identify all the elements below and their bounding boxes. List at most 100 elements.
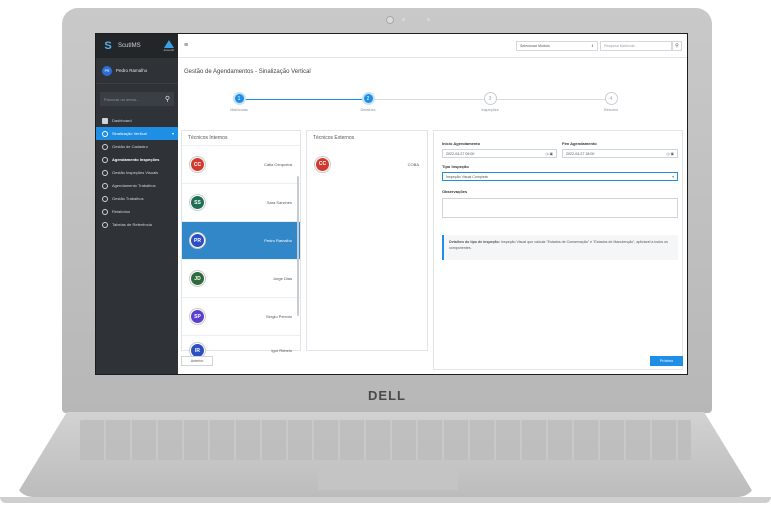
sidebar-item-label: Gestão Trabalhos	[112, 196, 144, 201]
technician-name: Sérgio Peixoto	[265, 314, 292, 319]
inspection-type-select[interactable]: Inspeção Visual Completa ▾	[442, 172, 678, 181]
step-label: Inspeções	[481, 108, 499, 112]
menu-search-placeholder: Procurar no menu...	[104, 96, 140, 102]
app-name: ScutIMS	[118, 43, 141, 49]
sidebar-item-gestao-trabalhos[interactable]: Gestão Trabalhos	[96, 192, 178, 205]
location-icon	[102, 130, 108, 137]
chevron-down-icon: ▾	[672, 174, 674, 179]
list-item[interactable]: CC Cátia Cerqueira	[182, 145, 300, 183]
sidebar-item-label: Agendamento Inspeções	[112, 157, 160, 162]
sidebar-item-gestao-cadastro[interactable]: Gestão de Cadastro	[96, 140, 178, 153]
search-icon: ⚲	[675, 43, 679, 49]
step-number: 4	[604, 92, 618, 105]
sensor-dot	[402, 18, 405, 21]
sidebar-item-label: Gestão de Cadastro	[112, 144, 148, 149]
wizard-stepper: 1 Matrículas 2 Detalhes 3 Inspeções 4 Re…	[178, 86, 687, 126]
chevron-down-icon: ▾	[171, 131, 174, 136]
step-detalhes[interactable]: 2 Detalhes	[338, 92, 398, 112]
avatar: SS	[190, 195, 205, 210]
step-number: 3	[483, 92, 497, 105]
list-item[interactable]: SP Sérgio Peixoto	[182, 297, 300, 335]
observations-label: Observações	[442, 189, 468, 194]
technician-name: Sara Sanches	[266, 200, 292, 205]
step-label: Detalhes	[360, 108, 376, 112]
list-item[interactable]: JD Jorge Dias	[182, 259, 300, 297]
circle-icon	[102, 182, 108, 189]
plate-search-placeholder: Pesquisa Matrícula	[604, 44, 635, 48]
avatar: CC	[190, 157, 205, 172]
step-matriculas[interactable]: 1 Matrículas	[209, 92, 269, 112]
technician-name: Pedro Ramalho	[264, 238, 292, 243]
webcam-icon	[386, 16, 394, 24]
sidebar-item-label: Sinalização Vertical	[112, 131, 147, 136]
sidebar-item-tabelas-referencia[interactable]: Tabelas de Referência	[96, 218, 178, 231]
end-datetime-value: 2022-04-27 18:00	[566, 151, 595, 156]
circle-icon	[102, 208, 108, 215]
circle-icon	[102, 156, 108, 163]
technician-name: Igor Rebelo	[271, 348, 292, 353]
module-select[interactable]: Selecionar Módulo ⇕	[516, 41, 598, 51]
sidebar-item-label: Gestão Inspeções Visuais	[112, 170, 159, 175]
avatar: CC	[315, 156, 330, 172]
step-label: Matrículas	[230, 108, 248, 112]
end-datetime-input[interactable]: 2022-04-27 18:00 ◷ ▣	[562, 149, 678, 158]
company-logo: ascendi	[164, 40, 174, 52]
inspection-type-details-note: Detalhes do tipo de inspeção: Inspeção V…	[442, 235, 678, 260]
note-heading: Detalhes do tipo de inspeção:	[449, 240, 500, 244]
list-item[interactable]: CC COBA	[307, 145, 427, 183]
sidebar-item-dashboard[interactable]: Dashboard	[96, 114, 178, 127]
list-item[interactable]: SS Sara Sanches	[182, 183, 300, 221]
search-icon[interactable]: ⚲	[165, 95, 170, 103]
keyboard	[80, 420, 691, 460]
start-datetime-input[interactable]: 2022-04-27 09:00 ◷ ▣	[442, 149, 557, 158]
step-label: Resumo	[603, 108, 619, 112]
avatar: PR	[102, 65, 112, 76]
scrollbar[interactable]	[297, 176, 299, 316]
company-name: ascendi	[163, 48, 174, 52]
user-profile[interactable]: PR Pedro Ramalho	[96, 58, 178, 84]
page-title: Gestão de Agendamentos - Sinalização Ver…	[184, 69, 311, 75]
sidebar-item-label: Agendamento Trabalhos	[112, 183, 156, 188]
sidebar-item-gestao-inspecoes-visuais[interactable]: Gestão Inspeções Visuais	[96, 166, 178, 179]
step-resumo[interactable]: 4 Resumo	[581, 92, 641, 112]
start-datetime-value: 2022-04-27 09:00	[446, 151, 475, 156]
avatar: JD	[190, 271, 205, 286]
external-technicians-panel: Técnicos Externos CC COBA	[306, 130, 428, 351]
dell-logo: DELL	[368, 388, 406, 403]
inspection-type-label: Tipo Inspeção	[442, 164, 469, 169]
circle-icon	[102, 143, 108, 150]
technician-name: COBA	[407, 161, 419, 167]
avatar: SP	[190, 309, 205, 324]
user-name: Pedro Ramalho	[116, 68, 148, 73]
step-inspecoes[interactable]: 3 Inspeções	[460, 92, 520, 112]
circle-icon	[102, 195, 108, 202]
calendar-icon[interactable]: ◷ ▣	[666, 152, 674, 156]
calendar-icon[interactable]: ◷ ▣	[545, 152, 553, 156]
sidebar-item-agendamento-inspecoes[interactable]: Agendamento Inspeções	[96, 153, 178, 166]
sidebar-item-relatorios[interactable]: Relatórios	[96, 205, 178, 218]
plate-search-input[interactable]: Pesquisa Matrícula	[600, 41, 672, 51]
menu-search-input[interactable]: Procurar no menu... ⚲	[100, 92, 174, 106]
sidebar-item-agendamento-trabalhos[interactable]: Agendamento Trabalhos	[96, 179, 178, 192]
company-logo-icon	[163, 40, 174, 48]
next-button[interactable]: Próximo	[650, 356, 683, 366]
sidebar-item-sinalizacao-vertical[interactable]: Sinalização Vertical ▾	[96, 127, 178, 140]
observations-textarea[interactable]	[442, 198, 678, 218]
previous-button[interactable]: Anterior	[181, 356, 213, 366]
sidebar-item-label: Tabelas de Referência	[112, 222, 152, 227]
brand-bar: S ScutIMS ascendi	[96, 34, 178, 58]
panel-title: Técnicos Externos	[313, 135, 355, 141]
search-button[interactable]: ⚲	[672, 41, 682, 51]
sidebar: S ScutIMS ascendi PR Pedro Ramalho Procu…	[96, 34, 178, 374]
panel-title: Técnicos Internos	[188, 135, 228, 141]
sidebar-item-label: Relatórios	[112, 209, 131, 214]
circle-icon	[102, 221, 108, 228]
step-number: 2	[361, 92, 375, 105]
trackpad	[318, 466, 458, 490]
list-item-selected[interactable]: PR Pedro Ramalho	[182, 221, 300, 259]
top-bar: ≡ Selecionar Módulo ⇕ Pesquisa Matrícula…	[178, 34, 687, 58]
hamburger-menu-icon[interactable]: ≡	[184, 42, 188, 49]
internal-technicians-panel: Técnicos Internos CC Cátia Cerqueira SS …	[181, 130, 301, 358]
chevron-updown-icon: ⇕	[590, 44, 594, 48]
technician-name: Cátia Cerqueira	[263, 162, 292, 167]
